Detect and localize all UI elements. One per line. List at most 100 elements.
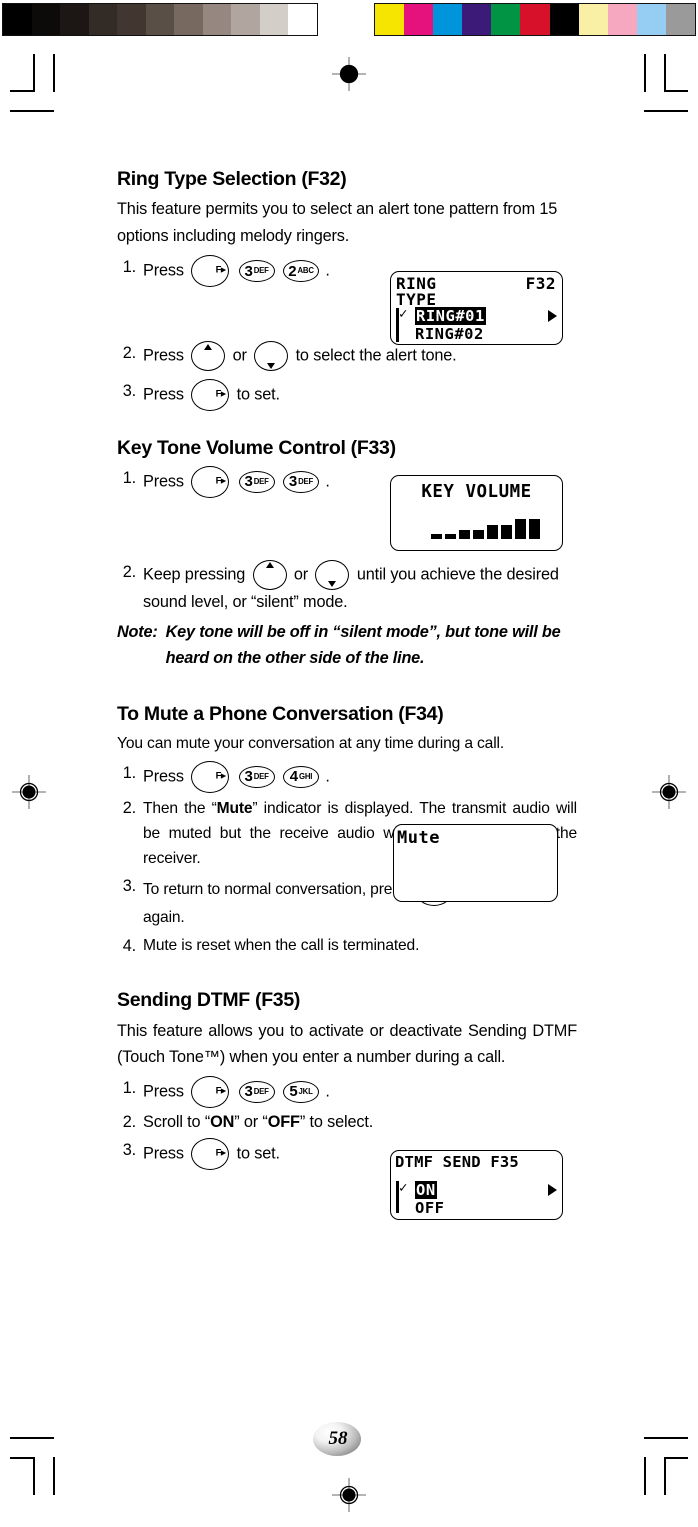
numeric-key-digit: 3 [244,768,253,786]
numeric-key-4[interactable]: 4GHI [283,765,319,788]
scroll-up-key[interactable] [252,559,287,590]
volume-bar [445,534,456,539]
function-key[interactable]: F▸ [191,465,230,498]
step-keytone-2: 2. Keep pressing or until you achieve th… [117,559,577,615]
grayscale-swatch [3,4,32,35]
grayscale-swatch [259,4,289,35]
key-volume-lcd-title: KEY VOLUME [421,482,532,502]
registration-mark-top [332,57,366,91]
dtmf-send-lcd-option-next[interactable]: OFF [415,1199,445,1217]
numeric-key-digit: 4 [289,768,298,786]
page-number-value: 58 [328,1427,348,1449]
step-number: 2. [122,344,136,363]
volume-bar [515,519,526,539]
numeric-key-letters: DEF [253,266,269,276]
triangle-down-icon [328,581,337,588]
note-text: Key tone will be off in “silent mode”, b… [165,622,561,667]
numeric-key-letters: DEF [298,476,314,486]
step-terminator: . [325,471,330,490]
scroll-down-key[interactable] [254,341,289,372]
step-dtmf-2: 2. Scroll to “ON” or “OFF” to select. [117,1110,385,1135]
dtmf-send-lcd-option-selected[interactable]: ON [415,1181,437,1199]
heading-ring-type-selection: Ring Type Selection (F32) [117,168,347,190]
function-key-label: F▸ [215,770,226,782]
step-text-part-a: Then the “ [143,799,217,817]
function-key[interactable]: F▸ [191,760,230,793]
numeric-key-2[interactable]: 2 ABC [283,260,319,283]
numeric-key-letters: JKL [298,1086,313,1096]
numeric-key-3[interactable]: 3DEF [238,1080,275,1103]
key-volume-lcd: KEY VOLUME [390,475,563,551]
mute-lcd: Mute [393,824,558,902]
step-label-press: Press [143,385,184,404]
option-on-keyword: ON [210,1112,235,1131]
ring-type-lcd-option-next[interactable]: RING#02 [415,325,484,343]
step-number: 2. [122,798,136,817]
scroll-up-key[interactable] [191,341,226,372]
volume-bar [473,530,484,539]
grayscale-swatch [31,4,61,35]
grayscale-swatch [145,4,175,35]
numeric-key-3-second[interactable]: 3 DEF [283,470,319,493]
grayscale-swatch [202,4,232,35]
color-swatch [404,4,434,35]
crop-mark-top-left-horizontal [10,90,34,92]
step-label-press: Press [143,766,184,785]
crop-mark-top-right-outer [644,54,646,92]
ring-type-lcd-check-icon: ✓ [399,306,408,322]
crop-mark-bottom-left-vertical [33,1457,35,1495]
function-key[interactable]: F▸ [191,379,230,412]
numeric-key-digit: 5 [289,1083,298,1100]
color-swatch [520,4,550,35]
function-key[interactable]: F▸ [191,255,230,288]
dtmf-send-lcd: DTMF SEND F35 ✓ ON OFF [390,1150,563,1220]
function-key-label: F▸ [215,388,226,400]
numeric-key-3[interactable]: 3DEF [238,260,275,283]
crop-mark-top-right-vertical [664,54,666,92]
step-terminator: . [325,766,330,785]
numeric-key-5[interactable]: 5 JKL [283,1080,319,1103]
numeric-key-3[interactable]: 3DEF [238,470,275,493]
function-key[interactable]: F▸ [191,1137,230,1170]
numeric-key-3[interactable]: 3DEF [238,765,275,788]
color-swatch [375,4,405,35]
dtmf-send-lcd-title: DTMF SEND F35 [395,1153,519,1171]
numeric-key-digit: 2 [288,262,297,280]
grayscale-calibration-bar [2,3,318,36]
step-tail: again. [143,908,185,926]
registration-mark-right [652,775,686,809]
step-number: 3. [122,876,136,895]
step-tail: to set. [236,1144,280,1163]
ring-type-lcd-line1-right: F32 [525,274,556,293]
color-swatch [491,4,521,35]
crop-mark-top-left-lower [10,110,54,112]
function-key-label: F▸ [215,1147,226,1159]
registration-mark-bottom [332,1478,366,1512]
numeric-key-letters: DEF [253,1086,269,1096]
scroll-down-key[interactable] [315,559,350,590]
volume-bar [529,519,540,539]
step-number: 3. [122,382,136,401]
step-text: Keep pressing or until you achieve the d… [143,559,577,615]
step-ring-3: 3. Press F▸ to set. [117,379,577,412]
crop-mark-bottom-left-outer [53,1457,55,1495]
grayscale-swatch [174,4,203,35]
heading-key-tone-volume-control: Key Tone Volume Control (F33) [117,437,396,460]
grayscale-swatch [288,4,318,35]
page-number-badge: 58 [313,1422,361,1456]
triangle-down-icon [267,362,276,369]
triangle-up-icon [265,562,274,569]
crop-mark-top-right-horizontal [664,90,688,92]
step-label-press: Press [143,1144,184,1163]
step-text: Mute is reset when the call is terminate… [143,937,420,955]
crop-mark-bottom-right-upper [644,1437,688,1439]
numeric-key-digit: 3 [244,262,253,280]
note-label: Note: [117,622,158,641]
step-number: 4. [122,937,136,956]
triangle-up-icon [204,343,213,350]
ring-type-lcd-option-selected[interactable]: RING#01 [415,307,486,325]
dtmf-send-lcd-check-icon: ✓ [399,1180,408,1196]
crop-mark-top-right-lower [644,110,688,112]
function-key[interactable]: F▸ [191,1075,230,1108]
function-key-label: F▸ [215,1085,226,1097]
